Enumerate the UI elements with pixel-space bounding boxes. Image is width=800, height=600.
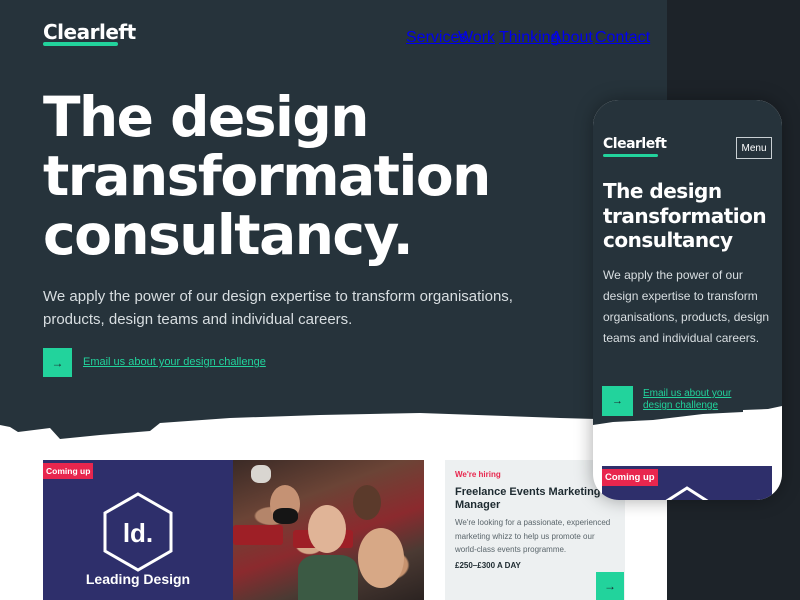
job-description: We're looking for a passionate, experien… (455, 518, 611, 554)
mobile-hero-description: We apply the power of our design experti… (603, 268, 770, 345)
hero-title-line: The design (43, 85, 369, 149)
event-brand-panel: ld. Leading Design (43, 460, 233, 600)
hiring-tag: We're hiring (455, 470, 501, 479)
audience-photo (233, 460, 424, 600)
desktop-page: Clearleft Services Work Thinking About C… (0, 0, 667, 600)
hero-title-line: consultancy. (43, 203, 414, 267)
mobile-email-cta-link[interactable]: Email us about your design challenge (643, 388, 753, 412)
photo-person (308, 505, 346, 553)
ld-logo-text: ld. (123, 518, 153, 548)
mobile-logo-underline (603, 154, 658, 157)
nav-contact[interactable]: Contact (595, 29, 650, 47)
job-title[interactable]: Freelance Events Marketing Manager (455, 486, 620, 512)
hexagon-logo-icon (665, 486, 709, 500)
photo-mask (273, 508, 298, 524)
mobile-hero-title-line: consultancy (603, 228, 733, 252)
mobile-event-card[interactable]: Coming up (602, 466, 772, 500)
mobile-email-cta-button[interactable]: → (602, 386, 633, 416)
job-view-button[interactable]: → (596, 572, 624, 600)
hero-description: We apply the power of our design experti… (43, 288, 513, 328)
mobile-hero-title-line: The design (603, 179, 722, 203)
photo-clothing (298, 555, 358, 600)
photo-person (358, 528, 404, 588)
email-cta-button[interactable]: → (43, 348, 72, 377)
mobile-coming-up-badge: Coming up (602, 469, 658, 486)
clearleft-logo[interactable]: Clearleft (43, 20, 136, 44)
arrow-right-icon: → (604, 579, 616, 593)
photo-mask (251, 465, 271, 483)
photo-person (353, 485, 381, 520)
hero-title-line: transformation (43, 144, 491, 208)
logo-underline (43, 42, 118, 46)
mobile-hero-title-line: transformation (603, 203, 767, 228)
arrow-right-icon: → (51, 355, 64, 370)
hero-title: The design transformation consultancy. (43, 85, 491, 267)
mobile-hero-title: The design transformation consultancy (603, 179, 767, 253)
hexagon-logo-icon: ld. (103, 492, 173, 572)
email-cta-link[interactable]: Email us about your design challenge (83, 356, 266, 368)
mobile-menu-button[interactable]: Menu (736, 137, 772, 159)
event-name: Leading Design (85, 571, 191, 587)
event-card-leading-design[interactable]: ld. Leading Design Coming up (43, 460, 424, 600)
coming-up-badge: Coming up (43, 463, 94, 479)
mobile-preview: Clearleft Menu The design transformation… (593, 100, 782, 500)
photo-seat (233, 525, 283, 545)
nav-about[interactable]: About (551, 29, 593, 47)
torn-paper-edge (0, 413, 667, 465)
mobile-clearleft-logo[interactable]: Clearleft (603, 136, 667, 152)
arrow-right-icon: → (612, 395, 623, 407)
job-rate: £250–£300 A DAY (455, 561, 521, 570)
nav-work[interactable]: Work (458, 29, 495, 47)
